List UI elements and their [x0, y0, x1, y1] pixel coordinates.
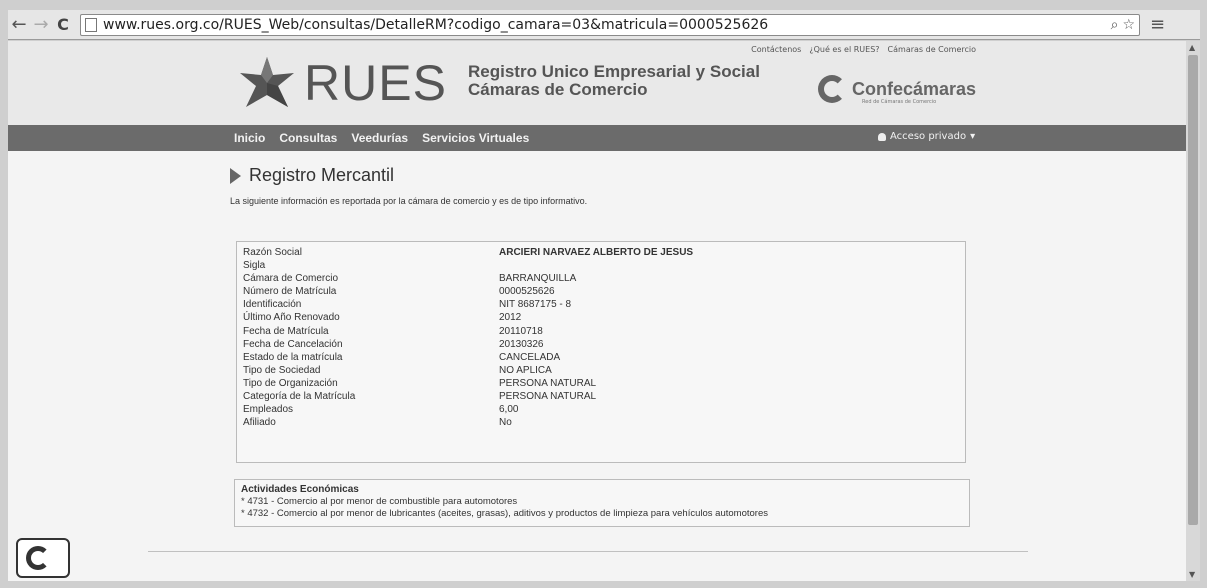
field-value: BARRANQUILLA [499, 273, 577, 285]
field-value: 0000525626 [499, 286, 555, 298]
field-value: PERSONA NATURAL [499, 377, 597, 389]
page-viewport: Contáctenos ¿Qué es el RUES? Cámaras de … [8, 41, 1186, 581]
nav-veedurias[interactable]: Veedurías [351, 131, 408, 145]
field-value: ARCIERI NARVAEZ ALBERTO DE JESUS [499, 247, 694, 258]
link-chambers[interactable]: Cámaras de Comercio [888, 45, 976, 54]
site-header: Contáctenos ¿Qué es el RUES? Cámaras de … [8, 41, 1186, 125]
arrow-bullet-icon [230, 167, 241, 184]
info-row: Último Año Renovado 2012 [237, 311, 965, 324]
field-label: Tipo de Organización [243, 377, 338, 389]
info-row: Cámara de Comercio BARRANQUILLA [237, 272, 965, 285]
scroll-up-icon[interactable]: ▲ [1189, 43, 1195, 52]
field-value: 20110718 [499, 325, 543, 337]
info-row: Tipo de Organización PERSONA NATURAL [237, 377, 965, 390]
field-value: 20130326 [499, 338, 544, 350]
nav-servicios-virtuales[interactable]: Servicios Virtuales [422, 131, 529, 145]
field-label: Tipo de Sociedad [243, 364, 321, 376]
corner-app-logo[interactable] [16, 538, 70, 578]
partner-name: Confecámaras [852, 78, 977, 99]
info-row: Sigla [237, 259, 965, 272]
footer-divider [148, 551, 1028, 552]
page-icon [85, 17, 97, 32]
info-row: Fecha de Cancelación 20130326 [237, 338, 965, 351]
field-value [499, 259, 965, 272]
app-logo-icon [26, 546, 50, 570]
field-label: Fecha de Cancelación [243, 338, 343, 350]
page-title: Registro Mercantil [230, 165, 990, 186]
field-label: Sigla [243, 260, 266, 272]
tagline: Registro Unico Empresarial y Social Cáma… [468, 63, 760, 99]
confecamaras-mark-icon [818, 75, 846, 103]
intro-text: La siguiente información es reportada po… [230, 196, 588, 206]
private-access-link[interactable]: Acceso privado ▾ [878, 131, 975, 142]
scroll-down-icon[interactable]: ▼ [1189, 570, 1195, 579]
main-nav: Inicio Consultas Veedurías Servicios Vir… [8, 125, 1186, 151]
field-label: Afiliado [243, 417, 276, 429]
info-row: Razón Social ARCIERI NARVAEZ ALBERTO DE J… [237, 246, 965, 259]
bookmark-star-icon[interactable]: ☆ [1122, 17, 1135, 33]
registry-details-box: Razón Social ARCIERI NARVAEZ ALBERTO DE J… [236, 241, 966, 463]
field-value: NO APLICA [499, 364, 552, 376]
info-row: Afiliado No [237, 416, 965, 429]
activity-item: * 4732 - Comercio al por menor de lubric… [241, 508, 768, 519]
field-value: 2012 [499, 312, 522, 324]
partner-sub: Red de Cámaras de Comercio [862, 99, 937, 105]
field-label: Identificación [243, 299, 302, 311]
activity-item: * 4731 - Comercio al por menor de combus… [241, 496, 518, 507]
field-label: Cámara de Comercio [243, 273, 339, 285]
tagline-line2: Cámaras de Comercio [468, 80, 648, 99]
rues-logo-text[interactable]: RUES [304, 57, 447, 109]
link-what-is-rues[interactable]: ¿Qué es el RUES? [809, 45, 879, 54]
field-value: NIT 8687175 - 8 [499, 299, 572, 311]
vertical-scrollbar[interactable]: ▲ ▼ [1186, 41, 1200, 581]
economic-activities-box: Actividades Económicas * 4731 - Comercio… [234, 479, 970, 527]
page-title-text: Registro Mercantil [249, 165, 395, 185]
nav-consultas[interactable]: Consultas [279, 131, 337, 145]
activities-title: Actividades Económicas [241, 484, 359, 495]
field-label: Razón Social [243, 247, 302, 258]
rues-star-logo-icon [240, 57, 294, 107]
caret-down-icon: ▾ [970, 131, 976, 142]
link-contact[interactable]: Contáctenos [751, 45, 801, 54]
info-row: Fecha de Matrícula 20110718 [237, 325, 965, 338]
scroll-thumb[interactable] [1188, 55, 1198, 525]
info-row: Categoría de la Matrícula PERSONA NATURAL [237, 390, 965, 403]
field-label: Fecha de Matrícula [243, 325, 329, 337]
info-row: Número de Matrícula 0000525626 [237, 285, 965, 298]
field-value: No [499, 417, 512, 429]
field-label: Estado de la matrícula [243, 351, 343, 363]
confecamaras-logo[interactable]: Confecámaras Red de Cámaras de Comercio [818, 75, 977, 105]
main-content: Registro Mercantil La siguiente informac… [230, 165, 990, 206]
address-bar[interactable]: www.rues.org.co/RUES_Web/consultas/Detal… [80, 13, 1140, 36]
tagline-line1: Registro Unico Empresarial y Social [468, 62, 760, 81]
info-row: Estado de la matrícula CANCELADA [237, 351, 965, 364]
field-label: Categoría de la Matrícula [243, 391, 356, 403]
menu-icon[interactable]: ≡ [1150, 14, 1165, 35]
info-row: Tipo de Sociedad NO APLICA [237, 364, 965, 377]
info-row: Identificación NIT 8687175 - 8 [237, 298, 965, 311]
info-row: Empleados 6,00 [237, 403, 965, 416]
back-icon[interactable]: ← [8, 10, 30, 40]
field-value: 6,00 [499, 404, 519, 416]
user-icon [878, 132, 886, 141]
field-label: Número de Matrícula [243, 286, 337, 298]
private-access-label: Acceso privado [890, 131, 967, 142]
forward-icon[interactable]: → [30, 10, 52, 40]
field-label: Empleados [243, 404, 294, 416]
browser-toolbar: ← → C www.rues.org.co/RUES_Web/consultas… [8, 10, 1200, 40]
top-links: Contáctenos ¿Qué es el RUES? Cámaras de … [751, 45, 976, 54]
field-value: CANCELADA [499, 351, 561, 363]
url-text[interactable]: www.rues.org.co/RUES_Web/consultas/Detal… [103, 17, 768, 33]
field-value: PERSONA NATURAL [499, 391, 597, 403]
zoom-icon[interactable]: ⌕ [1111, 17, 1119, 33]
browser-window: ← → C www.rues.org.co/RUES_Web/consultas… [0, 0, 1207, 588]
reload-icon[interactable]: C [52, 10, 74, 40]
field-label: Último Año Renovado [243, 312, 340, 324]
nav-inicio[interactable]: Inicio [234, 131, 265, 145]
